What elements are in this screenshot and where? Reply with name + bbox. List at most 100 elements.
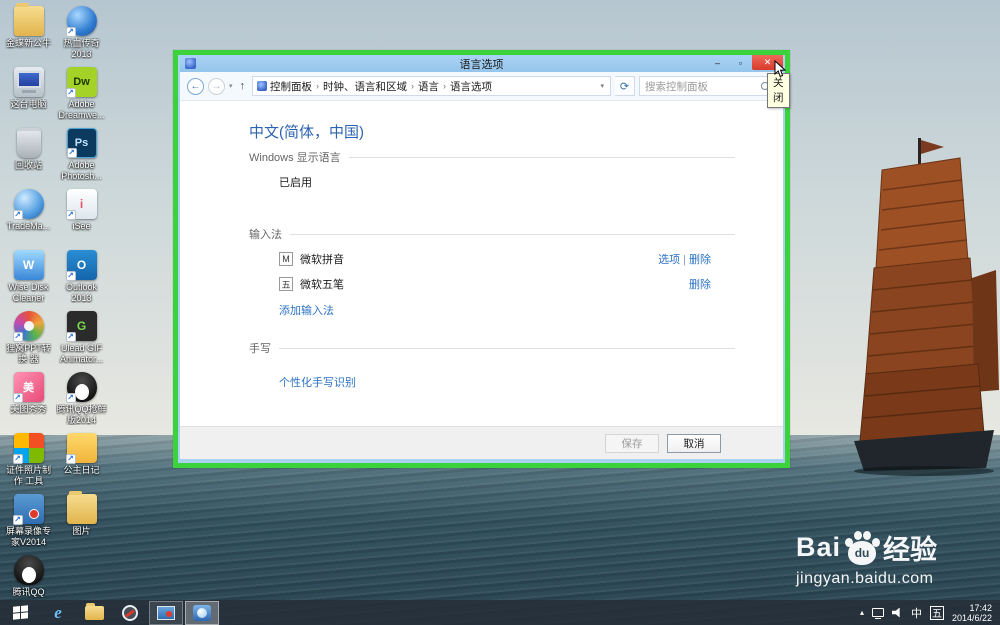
annotation-frame: 语言选项 – ▫ ✕ ← → ▾ ↑ 控制面板 › 时钟、语言和区域 › <box>173 50 790 468</box>
refresh-button[interactable]: ⟳ <box>615 76 635 96</box>
shortcut-arrow-icon: ↗ <box>67 148 77 158</box>
start-button[interactable] <box>0 600 40 625</box>
wubi-indicator[interactable]: 五 <box>930 606 944 620</box>
pinyin-badge-icon: M <box>279 252 293 266</box>
options-link[interactable]: 选项 <box>658 254 680 266</box>
address-bar[interactable]: 控制面板 › 时钟、语言和区域 › 语言 › 语言选项 ▾ <box>252 76 611 96</box>
shortcut-arrow-icon: ↗ <box>66 393 76 403</box>
history-chevron-icon[interactable]: ▾ <box>229 82 233 90</box>
wise-icon: W <box>14 250 44 280</box>
page-title: 中文(简体，中国) <box>249 121 735 142</box>
desktop-icon[interactable]: 美↗美图秀秀 <box>3 372 55 433</box>
desktop-icon[interactable]: Dw↗Adobe Dreamwe... <box>56 67 108 128</box>
desktop-icon-label: 屏幕录像专 家V2014 <box>3 526 55 547</box>
rec-icon: ↗ <box>14 494 44 524</box>
language-options-window: 语言选项 – ▫ ✕ ← → ▾ ↑ 控制面板 › 时钟、语言和区域 › <box>178 55 785 463</box>
taskbar-internet-explorer[interactable]: e <box>41 601 75 625</box>
volume-icon[interactable] <box>892 608 903 618</box>
screen-recorder-icon <box>157 606 175 620</box>
taskbar-screen-recorder[interactable] <box>149 601 183 625</box>
breadcrumb-separator: › <box>410 81 415 91</box>
display-language-status: 已启用 <box>279 174 735 190</box>
maximize-button[interactable]: ▫ <box>729 55 752 70</box>
desktop-icon[interactable]: Ps↗Adobe Photosh... <box>56 128 108 189</box>
desktop-icon-label: Wise Disk Cleaner <box>3 282 55 303</box>
desktop-icon[interactable]: ↗腾讯QQ抢鲜 版2014 <box>56 372 108 433</box>
add-input-method-link[interactable]: 添加输入法 <box>279 302 735 318</box>
desktop-icon-label: 这台电脑 <box>3 99 55 110</box>
clock[interactable]: 17:42 2014/6/22 <box>952 603 994 623</box>
desktop-icon[interactable]: ↗狸窝PPT转换 器 <box>3 311 55 372</box>
desktop-icon[interactable]: 回收站 <box>3 128 55 189</box>
window-title: 语言选项 <box>180 56 783 72</box>
titlebar[interactable]: 语言选项 – ▫ ✕ <box>180 55 783 72</box>
yl-icon: ↗ <box>67 433 97 463</box>
input-method-name: 微软拼音 <box>300 251 344 267</box>
ime-indicator[interactable]: 中 <box>911 605 922 621</box>
breadcrumb-clock-language-region[interactable]: 时钟、语言和区域 <box>323 79 407 94</box>
network-icon[interactable] <box>872 608 884 617</box>
baidu-paw-icon: du <box>845 531 879 565</box>
desktop-icon-label: 证件照片制作 工具 <box>3 465 55 486</box>
desktop-icon[interactable]: ↗公主日记 <box>56 433 108 494</box>
desktop-icon-label: Ulead GIF Animator... <box>56 343 108 364</box>
back-button[interactable]: ← <box>187 78 204 95</box>
dw-icon: Dw↗ <box>67 67 97 97</box>
orb-icon: ↗ <box>67 6 97 36</box>
address-dropdown-icon[interactable]: ▾ <box>596 82 608 90</box>
taskbar: e ▴ 中 五 17:42 2014/6/22 <box>0 600 1000 625</box>
desktop-icons: 金蝶新公牛↗热血传奇 2013这台电脑Dw↗Adobe Dreamwe...回收… <box>2 6 110 616</box>
penguin-icon: ↗ <box>67 372 97 402</box>
up-button[interactable]: ↑ <box>240 80 246 92</box>
desktop: 金蝶新公牛↗热血传奇 2013这台电脑Dw↗Adobe Dreamwe...回收… <box>0 0 1000 625</box>
desktop-icon-label: 腾讯QQ抢鲜 版2014 <box>56 404 108 425</box>
desktop-icon[interactable]: ↗热血传奇 2013 <box>56 6 108 67</box>
desktop-icon-label: 腾讯QQ <box>3 587 55 598</box>
breadcrumb-language[interactable]: 语言 <box>418 79 439 94</box>
desktop-icon-label: 美图秀秀 <box>3 404 55 415</box>
desktop-icon[interactable]: G↗Ulead GIF Animator... <box>56 311 108 372</box>
remove-link[interactable]: 删除 <box>689 254 711 266</box>
desktop-icon[interactable]: 图片 <box>56 494 108 555</box>
watermark-du: du <box>848 541 876 565</box>
taskbar-file-explorer[interactable] <box>77 601 111 625</box>
desktop-icon[interactable]: O↗Outlook 2013 <box>56 250 108 311</box>
input-method-row: M 微软拼音 选项|删除 <box>279 251 735 267</box>
input-method-actions: 删除 <box>689 276 735 292</box>
junk-ship <box>852 138 1000 478</box>
desktop-icon[interactable]: 这台电脑 <box>3 67 55 128</box>
taskbar-isee-viewer[interactable] <box>113 601 147 625</box>
handwriting-section-header: 手写 <box>249 340 735 356</box>
tray-overflow-icon[interactable]: ▴ <box>860 608 864 617</box>
handwriting-label: 手写 <box>249 340 271 356</box>
section-divider <box>279 348 735 349</box>
desktop-icon[interactable]: ↗证件照片制作 工具 <box>3 433 55 494</box>
desktop-icon[interactable]: WWise Disk Cleaner <box>3 250 55 311</box>
search-box[interactable]: 搜索控制面板 <box>639 76 775 96</box>
forward-button[interactable]: → <box>208 78 225 95</box>
taskbar-apps: e <box>40 601 220 625</box>
section-divider <box>349 157 735 158</box>
taskbar-language-settings[interactable] <box>185 601 219 625</box>
shortcut-arrow-icon: ↗ <box>66 271 76 281</box>
save-button[interactable]: 保存 <box>605 434 659 453</box>
cancel-button[interactable]: 取消 <box>667 434 721 453</box>
desktop-icon[interactable]: i↗iSee <box>56 189 108 250</box>
desktop-icon[interactable]: ↗TradeMa... <box>3 189 55 250</box>
desktop-icon[interactable]: ↗屏幕录像专 家V2014 <box>3 494 55 555</box>
language-options-content: 中文(简体，中国) Windows 显示语言 已启用 输入法 M 微软拼音 选项… <box>180 101 783 426</box>
input-methods-label: 输入法 <box>249 226 282 242</box>
minimize-button[interactable]: – <box>706 55 729 70</box>
personalize-handwriting-link[interactable]: 个性化手写识别 <box>279 374 735 390</box>
desktop-icon-label: 热血传奇 2013 <box>56 38 108 59</box>
input-method-row: 五 微软五笔 删除 <box>279 276 735 292</box>
bin-icon <box>17 128 41 158</box>
shortcut-arrow-icon: ↗ <box>13 515 23 525</box>
orb2-icon: ↗ <box>14 189 44 219</box>
desktop-icon[interactable]: 金蝶新公牛 <box>3 6 55 67</box>
breadcrumb-control-panel[interactable]: 控制面板 <box>270 79 312 94</box>
section-divider <box>290 234 735 235</box>
ps-icon: Ps↗ <box>67 128 97 158</box>
breadcrumb-language-options[interactable]: 语言选项 <box>450 79 492 94</box>
remove-link[interactable]: 删除 <box>689 279 711 291</box>
